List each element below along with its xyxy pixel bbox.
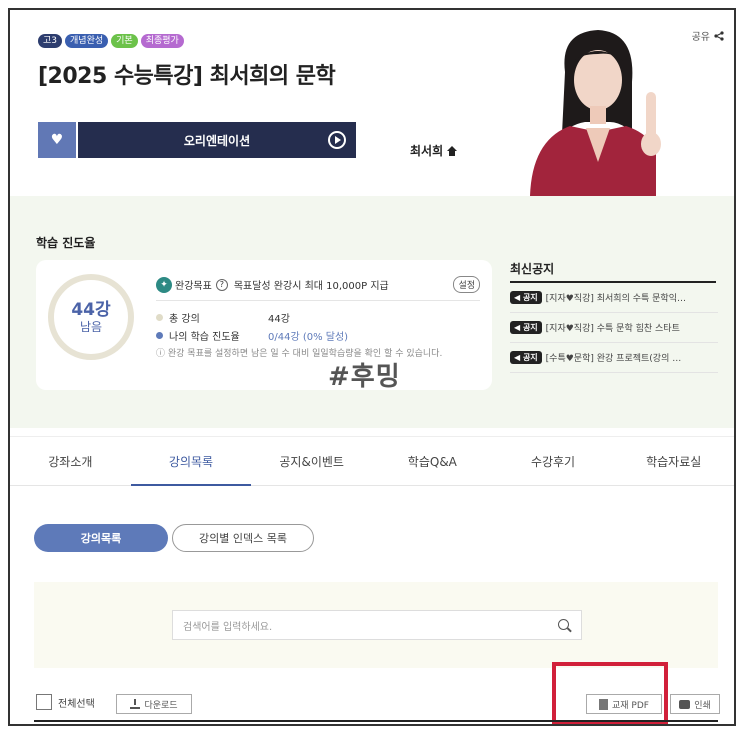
progress-section: 학습 진도율 44강 남음 ✦ 완강목표 ? 목표달성 완강시 최대 10,00… <box>10 196 734 428</box>
notice-text: [지자♥직강] 수특 문학 힘찬 스타트 <box>545 324 680 334</box>
notice-item[interactable]: ◀ 공지 [지자♥직강] 최서희의 수특 문학익… <box>510 283 718 313</box>
download-button[interactable]: 다운로드 <box>116 694 192 714</box>
goal-setting-button[interactable]: 설정 <box>453 276 480 293</box>
tab-lecture-list[interactable]: 강의목록 <box>130 437 252 486</box>
remaining-ring: 44강 남음 <box>48 274 134 360</box>
search-placeholder: 검색어를 입력하세요. <box>183 621 273 633</box>
download-icon <box>130 699 141 709</box>
notice-tag: ◀ 공지 <box>510 291 542 304</box>
favorite-button[interactable]: ♥ <box>38 122 76 158</box>
watermark: #후밍 <box>328 362 401 392</box>
select-all[interactable]: 전체선택 <box>36 694 95 710</box>
divider <box>156 300 480 301</box>
goal-row: ✦ 완강목표 ? 목표달성 완강시 최대 10,000P 지급 설정 <box>156 276 480 293</box>
notice-text: [지자♥직강] 최서희의 수특 문학익… <box>545 294 686 304</box>
highlight-box <box>552 662 668 724</box>
course-title: [2025 수능특강] 최서희의 문학 <box>38 64 336 89</box>
tab-notice-event[interactable]: 공지&이벤트 <box>251 437 372 485</box>
target-icon: ✦ <box>156 276 172 293</box>
notice-tag: ◀ 공지 <box>510 351 542 364</box>
total-value: 44강 <box>268 314 290 325</box>
notice-item[interactable]: ◀ 공지 [지자♥직강] 수특 문학 힘찬 스타트 <box>510 313 718 343</box>
select-all-label: 전체선택 <box>58 698 95 710</box>
tab-reviews[interactable]: 수강후기 <box>493 437 614 485</box>
tab-intro[interactable]: 강좌소개 <box>10 437 131 485</box>
share-label: 공유 <box>691 32 710 43</box>
my-progress-dot <box>156 332 163 339</box>
notice-panel: 최신공지 ◀ 공지 [지자♥직강] 최서희의 수특 문학익… ◀ 공지 [지자♥… <box>510 260 718 373</box>
notice-title: 최신공지 <box>510 262 555 276</box>
my-progress-row: 나의 학습 진도율 0/44강 (0% 달성) <box>156 328 348 343</box>
tab-materials[interactable]: 학습자료실 <box>613 437 734 485</box>
heart-icon: ♥ <box>50 132 64 148</box>
badge-group: 고3 개념완성 기본 최종평가 <box>38 34 184 48</box>
type-badge: 기본 <box>111 34 138 48</box>
total-label: 총 강의 <box>169 314 200 325</box>
remaining-label: 남음 <box>79 319 103 334</box>
download-label: 다운로드 <box>144 700 178 711</box>
select-all-checkbox[interactable] <box>36 694 52 710</box>
notice-tag: ◀ 공지 <box>510 321 542 334</box>
remaining-count: 44강 <box>71 299 111 320</box>
search-area: 검색어를 입력하세요. <box>34 582 718 668</box>
search-icon[interactable] <box>558 619 569 630</box>
goal-desc: 목표달성 완강시 최대 10,000P 지급 <box>233 281 389 292</box>
search-input[interactable]: 검색어를 입력하세요. <box>172 610 582 640</box>
page-frame: 고3 개념완성 기본 최종평가 [2025 수능특강] 최서희의 문학 공유 ♥… <box>8 8 736 726</box>
progress-card: 44강 남음 ✦ 완강목표 ? 목표달성 완강시 최대 10,000P 지급 설… <box>36 260 492 390</box>
list-top-border <box>34 720 718 722</box>
notice-item[interactable]: ◀ 공지 [수특♥문학] 완강 프로젝트(강의 … <box>510 343 718 373</box>
teacher-link[interactable]: 최서희 <box>410 142 458 159</box>
lecture-list-pill[interactable]: 강의목록 <box>34 524 168 552</box>
stage-badge: 최종평가 <box>140 34 184 48</box>
teacher-name: 최서희 <box>410 144 444 158</box>
tab-qna[interactable]: 학습Q&A <box>372 437 493 485</box>
share-icon <box>714 30 724 41</box>
my-progress-label: 나의 학습 진도율 <box>169 332 240 343</box>
notice-text: [수특♥문학] 완강 프로젝트(강의 … <box>545 354 682 364</box>
print-icon <box>679 699 691 709</box>
print-label: 인쇄 <box>694 700 711 711</box>
home-icon <box>447 145 458 156</box>
goal-label: 완강목표 <box>175 281 212 292</box>
share-button[interactable]: 공유 <box>692 28 724 43</box>
goal-note: ⓘ 완강 목표를 설정하면 남은 일 수 대비 일일학습량을 확인 할 수 있습… <box>156 349 443 359</box>
total-row: 총 강의 44강 <box>156 310 290 325</box>
my-progress-value: 0/44강 (0% 달성) <box>268 332 349 343</box>
index-list-pill[interactable]: 강의별 인덱스 목록 <box>172 524 314 552</box>
teacher-photo <box>510 22 680 196</box>
goal-note-text: 완강 목표를 설정하면 남은 일 수 대비 일일학습량을 확인 할 수 있습니다… <box>167 349 443 359</box>
course-header: 고3 개념완성 기본 최종평가 [2025 수능특강] 최서희의 문학 공유 ♥… <box>10 10 734 196</box>
course-tabs: 강좌소개 강의목록 공지&이벤트 학습Q&A 수강후기 학습자료실 <box>10 436 734 486</box>
progress-title: 학습 진도율 <box>36 236 96 250</box>
grade-badge: 고3 <box>38 34 63 48</box>
orientation-button[interactable]: 오리엔테이션 <box>78 122 356 158</box>
orientation-label: 오리엔테이션 <box>183 133 251 148</box>
help-icon[interactable]: ? <box>215 278 228 291</box>
level-badge: 개념완성 <box>65 34 109 48</box>
play-icon <box>328 131 346 149</box>
total-dot <box>156 314 163 321</box>
print-button[interactable]: 인쇄 <box>670 694 720 714</box>
